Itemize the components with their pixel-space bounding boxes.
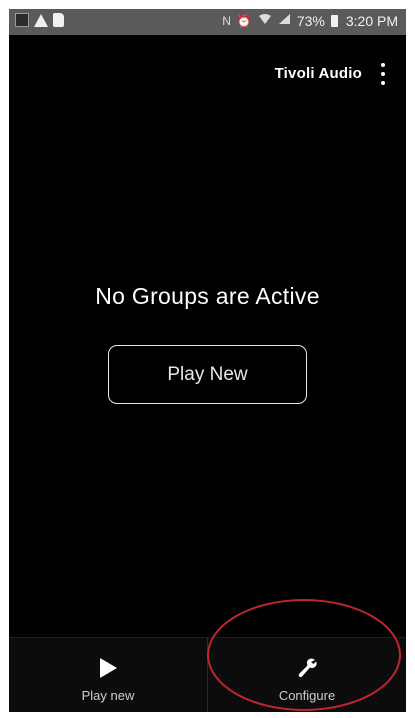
brand-logo: Tivoli Audio bbox=[274, 65, 362, 82]
alarm-icon: ⏰ bbox=[236, 14, 252, 28]
status-right-icons: N ⏰ 73% 3:20 PM bbox=[222, 13, 398, 29]
signal-icon bbox=[278, 13, 291, 29]
warning-icon bbox=[34, 13, 48, 27]
tab-play-new[interactable]: Play new bbox=[9, 638, 207, 712]
tab-configure[interactable]: Configure bbox=[207, 638, 406, 712]
bottom-navigation: Play new Configure bbox=[9, 637, 406, 712]
app-icon bbox=[15, 13, 29, 27]
empty-state-message: No Groups are Active bbox=[95, 283, 320, 309]
tab-play-new-label: Play new bbox=[81, 688, 135, 703]
play-icon bbox=[100, 658, 117, 678]
battery-icon bbox=[330, 15, 338, 27]
battery-percent: 73% bbox=[296, 13, 325, 29]
status-time: 3:20 PM bbox=[345, 13, 398, 29]
status-left-icons bbox=[15, 13, 64, 27]
tab-configure-label: Configure bbox=[278, 688, 336, 703]
app-header: Tivoli Audio bbox=[9, 35, 406, 95]
more-vert-icon[interactable] bbox=[378, 63, 388, 85]
wrench-icon bbox=[298, 658, 317, 678]
status-bar: N ⏰ 73% 3:20 PM bbox=[9, 9, 406, 35]
play-new-button[interactable]: Play New bbox=[108, 345, 307, 404]
phone-screen: N ⏰ 73% 3:20 PM Tivoli Audio No Groups a… bbox=[9, 9, 406, 712]
nfc-icon: N bbox=[222, 14, 231, 28]
sd-card-icon bbox=[53, 13, 64, 27]
wifi-icon bbox=[258, 13, 272, 29]
